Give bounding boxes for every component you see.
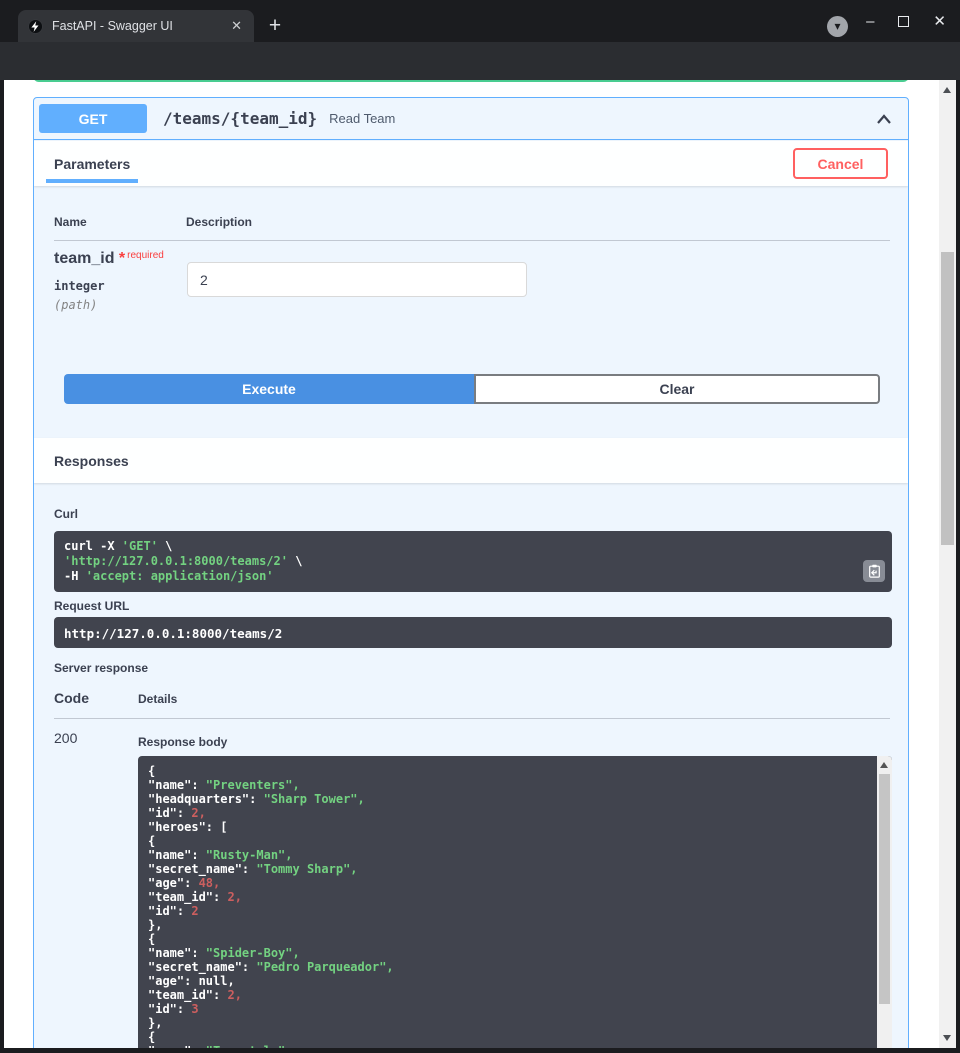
browser-window: FastAPI - Swagger UI ✕ + ▾ – ✕ ⓘ 127.0.0… — [0, 0, 960, 1053]
responses-header: Responses — [34, 438, 908, 483]
minimize-button[interactable]: – — [866, 14, 874, 29]
parameter-name-text: team_id — [54, 250, 114, 267]
maximize-button[interactable] — [898, 16, 909, 27]
execute-button[interactable]: Execute — [64, 374, 474, 404]
previous-opblock-edge — [33, 80, 909, 82]
get-opblock: GET /teams/{team_id} Read Team Parameter… — [33, 97, 909, 1048]
cancel-button[interactable]: Cancel — [793, 148, 888, 179]
details-column-header: Details — [138, 692, 177, 706]
response-body-scroll-thumb[interactable] — [879, 774, 890, 1004]
swagger-page: GET /teams/{team_id} Read Team Parameter… — [4, 80, 939, 1048]
required-star: * — [119, 250, 125, 267]
tab-close-icon[interactable]: ✕ — [227, 18, 246, 34]
scroll-up-arrow-icon[interactable] — [880, 762, 888, 768]
page-scrollbar[interactable] — [939, 80, 956, 1048]
responses-title: Responses — [54, 453, 129, 469]
window-close-button[interactable]: ✕ — [933, 14, 946, 29]
response-body-label: Response body — [138, 735, 227, 749]
clipboard-icon — [868, 564, 881, 578]
parameters-header: Parameters Cancel — [34, 141, 908, 186]
request-url-label: Request URL — [54, 599, 129, 613]
browser-tab-bar: FastAPI - Swagger UI ✕ + ▾ – ✕ — [0, 0, 960, 42]
collapse-chevron-icon[interactable] — [876, 113, 892, 125]
clear-button[interactable]: Clear — [474, 374, 880, 404]
parameter-type: integer — [54, 279, 105, 293]
response-body-json: { "name": "Preventers", "headquarters": … — [148, 764, 868, 1048]
required-label: required — [127, 250, 164, 261]
team-id-input[interactable] — [187, 262, 527, 297]
method-badge[interactable]: GET — [39, 104, 147, 133]
tab-search-icon[interactable]: ▾ — [827, 16, 848, 37]
browser-toolbar: ⓘ 127.0.0.1:8000/docs#/default/read_team… — [0, 42, 960, 80]
curl-label: Curl — [54, 507, 78, 521]
description-column-header: Description — [186, 215, 252, 229]
table-divider — [54, 240, 890, 241]
response-body-scrollbar[interactable] — [877, 756, 892, 1048]
parameter-name: team_id *required — [54, 250, 164, 268]
response-body-block: { "name": "Preventers", "headquarters": … — [138, 756, 892, 1048]
tab-parameters[interactable]: Parameters — [54, 156, 130, 172]
tab-title: FastAPI - Swagger UI — [52, 19, 227, 33]
response-table-divider — [54, 718, 890, 719]
copy-to-clipboard-button[interactable] — [863, 560, 885, 582]
request-url-value: http://127.0.0.1:8000/teams/2 — [54, 617, 892, 648]
page-scroll-thumb[interactable] — [941, 252, 954, 545]
page-scroll-up-icon[interactable] — [943, 87, 951, 93]
opblock-summary[interactable]: GET /teams/{team_id} Read Team — [34, 98, 908, 140]
parameter-location: (path) — [54, 298, 97, 312]
execute-row: Execute Clear — [64, 374, 880, 404]
window-controls: – ✕ — [866, 14, 946, 29]
endpoint-summary: Read Team — [329, 111, 395, 126]
browser-tab[interactable]: FastAPI - Swagger UI ✕ — [18, 10, 254, 42]
code-column-header: Code — [54, 690, 89, 706]
curl-command: curl -X 'GET' \ 'http://127.0.0.1:8000/t… — [54, 531, 892, 592]
name-column-header: Name — [54, 215, 87, 229]
fastapi-favicon-icon — [28, 19, 43, 34]
server-response-label: Server response — [54, 661, 148, 675]
new-tab-button[interactable]: + — [262, 13, 288, 39]
endpoint-path: /teams/{team_id} — [163, 109, 317, 128]
status-code: 200 — [54, 730, 77, 746]
page-scroll-down-icon[interactable] — [943, 1035, 951, 1041]
